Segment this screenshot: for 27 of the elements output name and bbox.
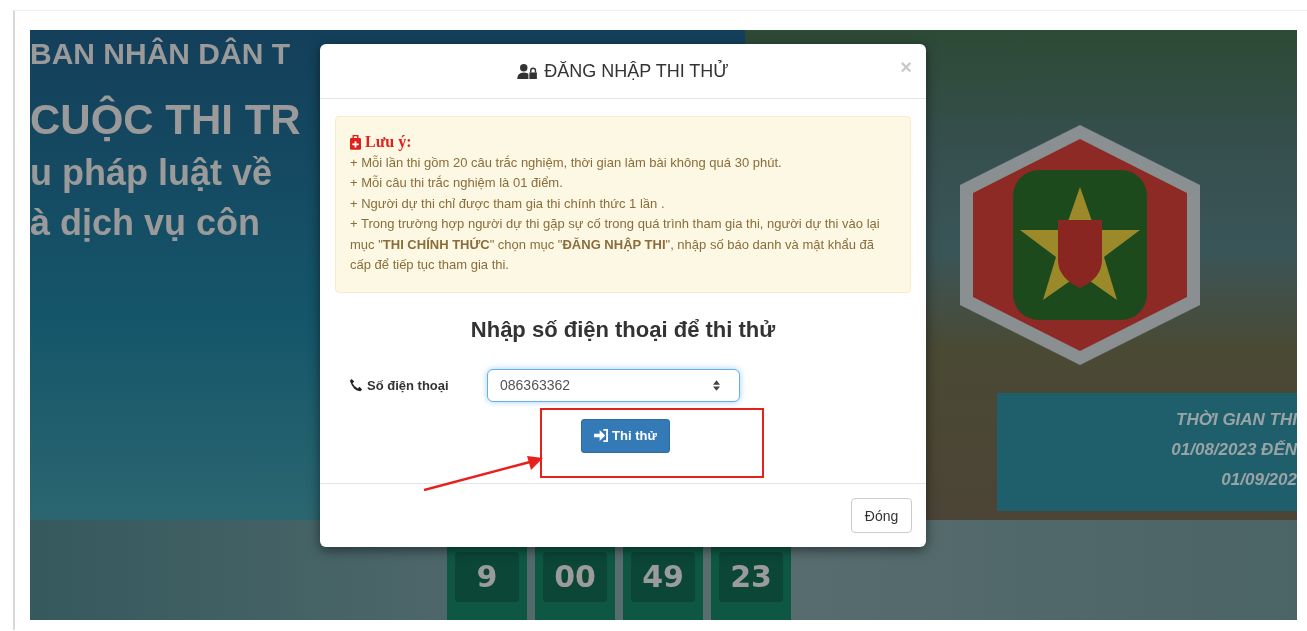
countdown-value: 23 [719,552,783,602]
countdown-value: 49 [631,552,695,602]
close-dialog-button[interactable]: Đóng [851,498,912,533]
spinner-arrows-icon [713,379,720,391]
sign-in-icon [594,429,610,442]
dialog-title: ĐĂNG NHẬP THI THỬ [544,60,729,82]
countdown-value: 00 [543,552,607,602]
notice-heading: Lưu ý: [365,132,412,153]
exam-period-text: 01/09/202 [1220,469,1297,491]
banner-heading: u pháp luật về [30,151,273,195]
notice-text: + Mỗi lần thi gồm 20 câu trắc nghiệm, thời gian làm bài không quá 30 phút. [350,153,783,172]
banner-heading: BAN NHÂN DÂN T [30,36,290,72]
banner-heading: à dịch vụ côn [30,201,261,245]
banner-heading: CUỘC THI TR [30,96,301,144]
phone-icon [349,378,363,392]
try-exam-button[interactable]: Thi thử [581,418,670,453]
notice-text: + Người dự thi chỉ được tham gia thi chính thức 1 lần . [350,194,666,213]
phone-input-field[interactable]: 086363362 [487,368,740,402]
form-title: Nhập số điện thoại để thi thử [469,315,777,344]
exam-period-text: THỜI GIAN THI [1175,409,1297,431]
notice-text: + Mỗi câu thi trắc nghiệm là 01 điểm. [350,174,564,192]
medical-kit-icon [350,134,361,150]
notice-text: + Trong trường hợp người dự thi gặp sự cố trong quá trình tham gia thi, người dự thi vào lại mục "THI CHÍNH THỨC" chọn mục "ĐĂNG NHẬP THI", nhập số báo danh và mật khẩu đã cấp để tiếp tục tham gia thi. [350,215,881,274]
user-lock-icon [517,63,539,79]
field-label: Số điện thoại [367,377,449,393]
countdown-value: 9 [455,552,519,602]
exam-period-text: 01/08/2023 ĐẾN [1170,439,1297,461]
